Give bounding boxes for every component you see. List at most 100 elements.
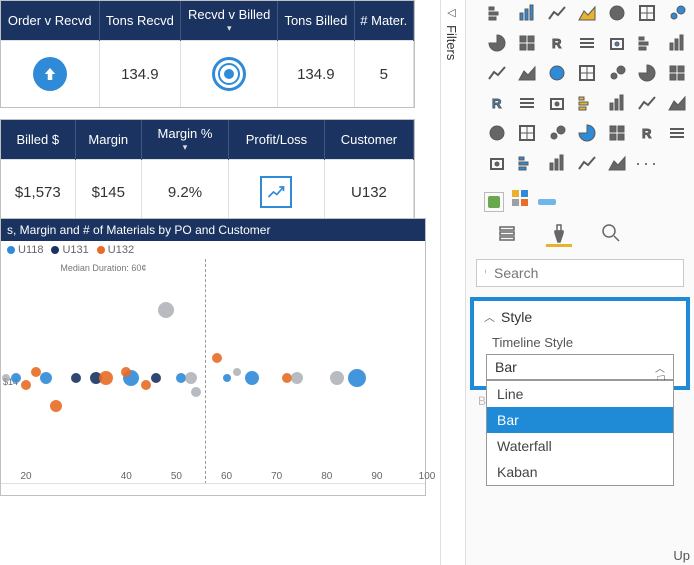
timeline-style-dropdown[interactable]: Bar ︿ ☟ LineBarWaterfallKaban xyxy=(486,354,674,380)
col-header[interactable]: Profit/Loss xyxy=(229,120,325,160)
dropdown-option[interactable]: Waterfall xyxy=(487,433,673,459)
data-point[interactable] xyxy=(185,372,197,384)
data-point[interactable] xyxy=(50,400,62,412)
clustered-bar-icon[interactable] xyxy=(514,0,540,26)
data-point[interactable] xyxy=(212,353,222,363)
map-icon[interactable] xyxy=(574,60,600,86)
smart-narrative-icon[interactable] xyxy=(574,150,600,176)
col-header[interactable]: Tons Recvd xyxy=(99,1,181,41)
data-point[interactable] xyxy=(233,368,241,376)
data-point[interactable] xyxy=(151,373,161,383)
kpi-icon[interactable]: R xyxy=(484,90,510,116)
line-chart-icon[interactable] xyxy=(484,30,510,56)
stacked-column-icon[interactable] xyxy=(544,0,570,26)
scatter-icon[interactable] xyxy=(664,30,690,56)
funnel-icon[interactable] xyxy=(634,60,660,86)
stacked-bar-icon[interactable] xyxy=(484,0,510,26)
chart-plot-area[interactable]: Median Duration: 60¢ $14 204050607080901… xyxy=(1,259,425,484)
cell-tons-recvd: 134.9 xyxy=(99,41,181,108)
card-icon[interactable] xyxy=(514,90,540,116)
data-point[interactable] xyxy=(191,387,201,397)
data-point[interactable] xyxy=(223,374,231,382)
dropdown-menu: LineBarWaterfallKaban xyxy=(486,380,674,486)
data-point[interactable] xyxy=(158,302,174,318)
col-header[interactable]: # Mater. xyxy=(354,1,413,41)
python-icon[interactable] xyxy=(484,120,510,146)
data-point[interactable] xyxy=(121,367,131,377)
format-search[interactable] xyxy=(476,259,684,287)
col-header[interactable]: Customer xyxy=(324,120,413,160)
dropdown-option[interactable]: Kaban xyxy=(487,459,673,485)
100pct-column-icon[interactable] xyxy=(634,0,660,26)
decomposition-icon[interactable] xyxy=(544,120,570,146)
100pct-bar-icon[interactable] xyxy=(604,0,630,26)
gauge-icon[interactable] xyxy=(664,60,690,86)
fields-tab[interactable] xyxy=(494,221,520,247)
data-point[interactable] xyxy=(348,369,366,387)
dropdown-option[interactable]: Line xyxy=(487,381,673,407)
data-point[interactable] xyxy=(330,371,344,385)
table-icon[interactable] xyxy=(604,90,630,116)
filled-map-icon[interactable] xyxy=(604,60,630,86)
page-nav-icon[interactable] xyxy=(544,150,570,176)
col-header[interactable]: Margin xyxy=(75,120,141,160)
clustered-column-icon[interactable] xyxy=(574,0,600,26)
scatter-chart-visual[interactable]: s, Margin and # of Materials by PO and C… xyxy=(0,218,426,496)
ribbon-icon[interactable] xyxy=(664,0,690,26)
r-visual-icon[interactable] xyxy=(664,90,690,116)
data-point[interactable] xyxy=(40,372,52,384)
col-header[interactable]: Order v Recvd xyxy=(1,1,99,41)
data-point[interactable] xyxy=(291,372,303,384)
powerapps-icon[interactable] xyxy=(664,120,690,146)
grid-toggle-icon[interactable] xyxy=(512,190,530,213)
data-point[interactable] xyxy=(99,371,113,385)
col-header[interactable]: Margin %▾ xyxy=(141,120,228,160)
dropdown-option[interactable]: Bar xyxy=(487,407,673,433)
data-point[interactable] xyxy=(141,380,151,390)
cell-margin: $145 xyxy=(75,160,141,225)
col-header[interactable]: Billed $ xyxy=(1,120,75,160)
expand-pane-icon[interactable]: ◁ xyxy=(447,6,455,19)
donut-icon[interactable] xyxy=(514,60,540,86)
kpi-table-top[interactable]: Order v Recvd Tons Recvd Recvd v Billed▾… xyxy=(0,0,415,108)
data-point[interactable] xyxy=(31,367,41,377)
more-icon[interactable]: ··· xyxy=(634,150,660,176)
line-column-icon[interactable] xyxy=(574,30,600,56)
cell-margin-pct: 9.2% xyxy=(141,160,228,225)
qna-icon[interactable] xyxy=(574,120,600,146)
analytics-tab[interactable] xyxy=(598,221,624,247)
data-point[interactable] xyxy=(245,371,259,385)
format-tab[interactable] xyxy=(546,221,572,247)
col-header[interactable]: Tons Billed xyxy=(278,1,354,41)
filters-pane-collapsed[interactable]: ◁ Filters xyxy=(440,0,462,565)
anomaly-icon[interactable] xyxy=(604,150,630,176)
data-point[interactable] xyxy=(21,380,31,390)
data-point[interactable] xyxy=(11,373,21,383)
kpi-table-bottom[interactable]: Billed $ Margin Margin %▾ Profit/Loss Cu… xyxy=(0,119,415,225)
kpi-order-vs-recvd xyxy=(1,41,99,108)
scroll-up-link[interactable]: Up xyxy=(673,548,690,563)
data-point[interactable] xyxy=(71,373,81,383)
treemap-icon[interactable] xyxy=(544,60,570,86)
chat-icon[interactable] xyxy=(514,150,540,176)
stacked-area-icon[interactable]: R xyxy=(544,30,570,56)
get-visual-icon[interactable] xyxy=(484,192,504,212)
matrix-icon[interactable] xyxy=(634,90,660,116)
key-influencer-icon[interactable] xyxy=(514,120,540,146)
col-header[interactable]: Recvd v Billed▾ xyxy=(181,1,278,41)
target-icon xyxy=(212,57,246,91)
line-clustered-icon[interactable] xyxy=(604,30,630,56)
area-chart-icon[interactable] xyxy=(514,30,540,56)
paginated-icon[interactable] xyxy=(604,120,630,146)
arcgis-icon[interactable]: R xyxy=(634,120,660,146)
pie-icon[interactable] xyxy=(484,60,510,86)
style-section-header[interactable]: ︿ Style xyxy=(484,309,676,325)
trend-up-icon xyxy=(260,176,292,208)
multi-row-card-icon[interactable] xyxy=(544,90,570,116)
slicer-icon[interactable] xyxy=(574,90,600,116)
waterfall-icon[interactable] xyxy=(634,30,660,56)
format-tab-row xyxy=(466,217,694,253)
hierarchy-icon[interactable] xyxy=(484,150,510,176)
search-input[interactable] xyxy=(494,265,675,281)
line-toggle-icon[interactable] xyxy=(538,199,556,205)
